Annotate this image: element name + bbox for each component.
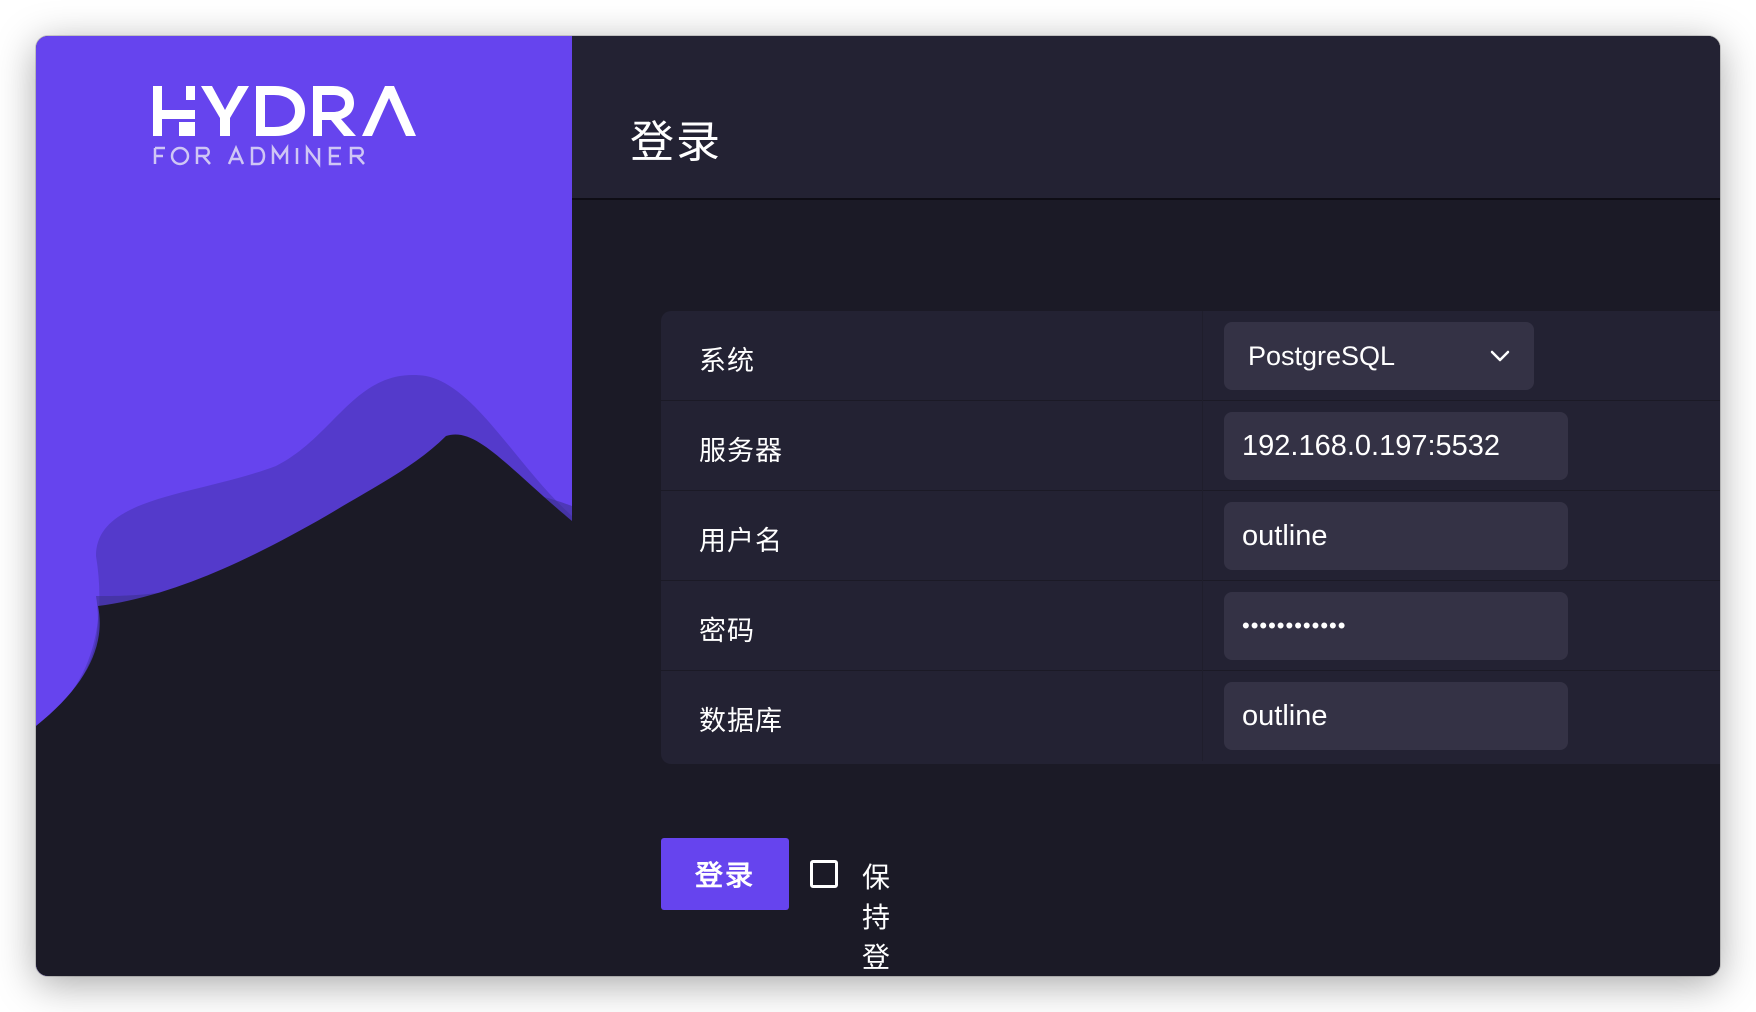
database-label: 数据库 <box>699 706 783 737</box>
password-label: 密码 <box>699 616 755 647</box>
database-input[interactable]: outline <box>1224 682 1568 750</box>
app-window: 登录 系统 PostgreSQL 服务器 192.168.0.197:5532 <box>36 36 1720 976</box>
server-label: 服务器 <box>699 436 783 467</box>
system-select[interactable]: PostgreSQL <box>1224 322 1534 390</box>
username-input[interactable]: outline <box>1224 502 1568 570</box>
row-divider <box>1202 671 1203 761</box>
row-divider <box>1202 401 1203 491</box>
login-button[interactable]: 登录 <box>661 838 789 910</box>
row-divider <box>1202 311 1203 401</box>
username-label: 用户名 <box>699 526 783 557</box>
system-label: 系统 <box>699 346 755 377</box>
logo-subtitle-glyphs <box>153 144 365 168</box>
chevron-down-icon <box>1490 350 1510 362</box>
system-select-value: PostgreSQL <box>1248 340 1396 371</box>
server-input[interactable]: 192.168.0.197:5532 <box>1224 412 1568 480</box>
login-form: 系统 PostgreSQL 服务器 192.168.0.197:5532 用户名… <box>661 311 1720 764</box>
form-row-username: 用户名 outline <box>661 491 1720 581</box>
page-header: 登录 <box>572 36 1720 200</box>
page-title: 登录 <box>630 117 722 168</box>
form-row-system: 系统 PostgreSQL <box>661 311 1720 401</box>
remember-login-checkbox[interactable] <box>810 860 838 888</box>
row-divider <box>1202 491 1203 581</box>
main-panel: 登录 系统 PostgreSQL 服务器 192.168.0.197:5532 <box>572 36 1720 976</box>
password-input[interactable]: •••••••••••• <box>1224 592 1568 660</box>
form-row-server: 服务器 192.168.0.197:5532 <box>661 401 1720 491</box>
form-row-database: 数据库 outline <box>661 671 1720 761</box>
remember-login-label[interactable]: 保持登录 <box>862 856 891 976</box>
form-row-password: 密码 •••••••••••• <box>661 581 1720 671</box>
hydra-logo <box>153 86 416 168</box>
brand-sidebar <box>36 36 572 976</box>
row-divider <box>1202 581 1203 671</box>
